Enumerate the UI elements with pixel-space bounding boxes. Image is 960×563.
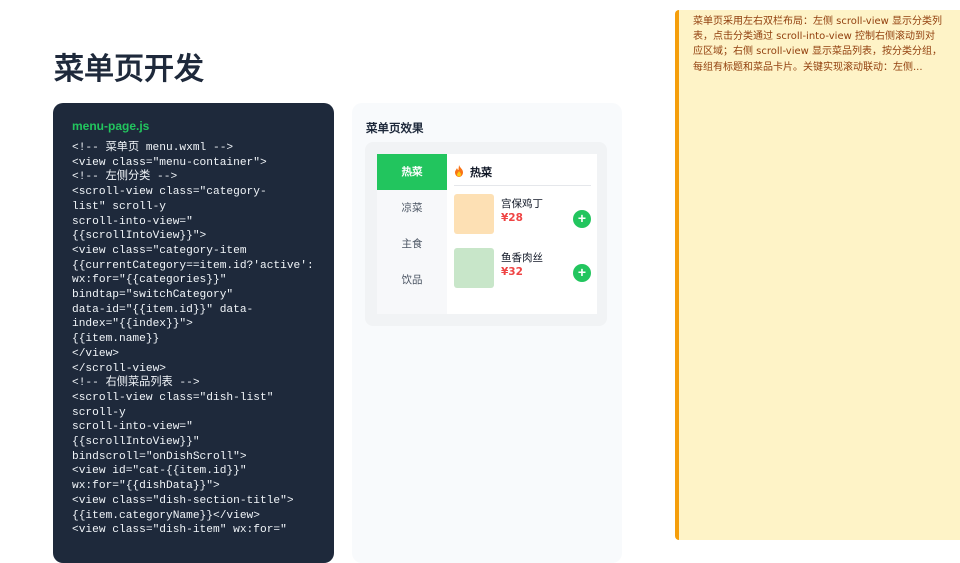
page-title: 菜单页开发 xyxy=(54,52,204,87)
add-to-cart-button[interactable]: + xyxy=(573,264,591,282)
note-panel: 菜单页采用左右双栏布局：左侧 scroll-view 显示分类列表，点击分类通过… xyxy=(675,10,960,540)
dish-thumbnail xyxy=(454,248,494,288)
add-to-cart-button[interactable]: + xyxy=(573,210,591,228)
dish-name: 鱼香肉丝 xyxy=(501,252,543,264)
category-item-hot[interactable]: 热菜 xyxy=(377,154,447,190)
dish-item[interactable]: 宫保鸡丁 ¥28 + xyxy=(454,186,591,240)
dish-price: ¥28 xyxy=(501,212,523,224)
dish-thumbnail xyxy=(454,194,494,234)
dish-item[interactable]: 鱼香肉丝 ¥32 + xyxy=(454,240,591,294)
dish-name: 宫保鸡丁 xyxy=(501,198,543,210)
dish-price: ¥32 xyxy=(501,266,523,278)
category-list[interactable]: 热菜 凉菜 主食 饮品 xyxy=(377,154,447,314)
dish-section-title-text: 热菜 xyxy=(470,166,492,179)
dish-list[interactable]: 热菜 宫保鸡丁 ¥28 + 鱼香肉丝 ¥32 + xyxy=(447,154,597,314)
phone-screen: 热菜 凉菜 主食 饮品 热菜 宫保鸡丁 ¥28 + 鱼香肉丝 ¥32 + xyxy=(377,154,597,314)
code-content[interactable]: <!-- 菜单页 menu.wxml --> <view class="menu… xyxy=(72,141,334,538)
note-text: 菜单页采用左右双栏布局：左侧 scroll-view 显示分类列表，点击分类通过… xyxy=(693,16,942,73)
preview-title: 菜单页效果 xyxy=(366,121,424,135)
code-panel[interactable]: menu-page.js <!-- 菜单页 menu.wxml --> <vie… xyxy=(53,103,334,563)
category-item-cold[interactable]: 凉菜 xyxy=(377,190,447,226)
code-filename: menu-page.js xyxy=(72,119,150,133)
dish-section-title: 热菜 xyxy=(454,154,591,186)
category-item-drinks[interactable]: 饮品 xyxy=(377,262,447,298)
category-item-staple[interactable]: 主食 xyxy=(377,226,447,262)
fire-icon xyxy=(455,165,463,177)
phone-frame: 热菜 凉菜 主食 饮品 热菜 宫保鸡丁 ¥28 + 鱼香肉丝 ¥32 + xyxy=(365,142,607,326)
preview-panel: 菜单页效果 热菜 凉菜 主食 饮品 热菜 宫保鸡丁 ¥28 + 鱼香肉丝 ¥32… xyxy=(352,103,622,563)
